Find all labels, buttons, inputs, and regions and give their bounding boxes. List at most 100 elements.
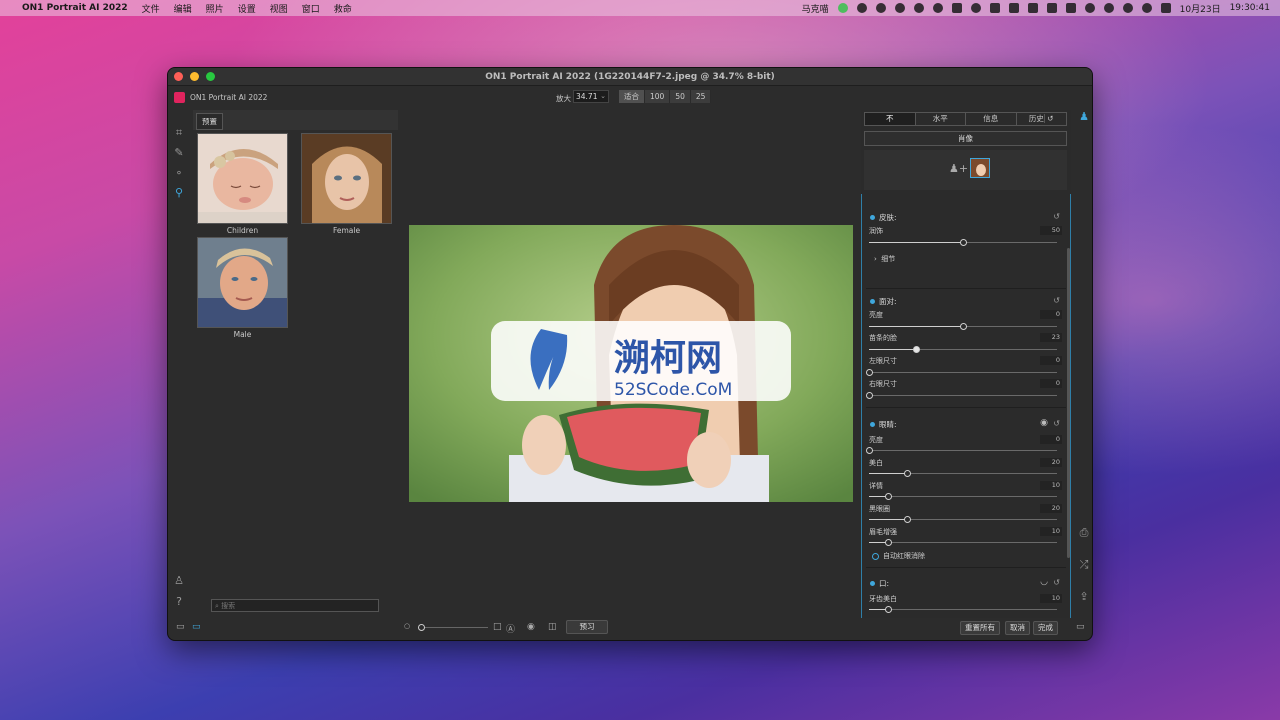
share-icon[interactable]: ⤮ <box>1078 558 1090 572</box>
tab-none[interactable]: 不 <box>865 113 916 125</box>
auto-redeye-checkbox[interactable] <box>872 552 879 560</box>
control-center-icon[interactable] <box>1160 3 1171 13</box>
skin-enabled-dot[interactable] <box>870 215 875 220</box>
dark-circles-value[interactable]: 20 <box>1040 504 1062 513</box>
bluetooth-icon[interactable] <box>970 3 981 13</box>
face-header[interactable]: 面对: <box>870 296 897 307</box>
eye-icon[interactable]: ◉ <box>1040 418 1048 428</box>
wifi-icon[interactable] <box>1103 3 1114 13</box>
eyes-brightness-slider[interactable] <box>866 447 1057 454</box>
preset-search-input[interactable]: ⌕ 搜索 <box>211 599 379 612</box>
export-icon[interactable]: ⇪ <box>1078 590 1090 603</box>
done-button[interactable]: 完成 <box>1033 621 1058 635</box>
panel-scrollbar[interactable] <box>1067 248 1070 558</box>
auto-redeye-toggle[interactable]: 自动红眼消除 <box>872 551 925 561</box>
single-view-icon[interactable]: ▭ <box>192 622 201 632</box>
lips-icon[interactable]: ◡ <box>1040 577 1048 587</box>
right-eye-size-value[interactable]: 0 <box>1040 379 1062 388</box>
auto-icon[interactable]: Ⓐ <box>506 622 515 635</box>
skin-reset-icon[interactable]: ↺ <box>1053 212 1060 221</box>
zoom-50-button[interactable]: 50 <box>670 90 691 103</box>
cancel-button[interactable]: 取消 <box>1005 621 1030 635</box>
sync-icon[interactable] <box>894 3 905 13</box>
zoom-field[interactable]: 34.71 ⌄ <box>573 90 609 103</box>
text-input-icon[interactable] <box>951 3 962 13</box>
face-brightness-value[interactable]: 0 <box>1040 310 1062 319</box>
skin-retouch-slider[interactable] <box>869 239 1057 246</box>
skin-header[interactable]: 皮肤: <box>870 212 897 223</box>
close-window-button[interactable] <box>174 72 183 81</box>
eyes-whiten-slider[interactable] <box>869 470 1057 477</box>
preset-thumb-male[interactable] <box>197 237 288 328</box>
media-next-icon[interactable] <box>1046 3 1057 13</box>
search-icon[interactable] <box>1141 3 1152 13</box>
eyes-brightness-value[interactable]: 0 <box>1040 435 1062 444</box>
brush-tool-icon[interactable]: ✎ <box>173 147 185 159</box>
dark-circles-slider[interactable] <box>869 516 1057 523</box>
compare-icon[interactable]: ◫ <box>548 622 557 632</box>
reset-all-button[interactable]: 重置所有 <box>960 621 1000 635</box>
preview-button[interactable]: 预习 <box>566 620 608 634</box>
skin-retouch-value[interactable]: 50 <box>1040 226 1062 235</box>
add-face-icon[interactable]: ♟+ <box>949 162 968 175</box>
brow-enhance-slider[interactable] <box>869 539 1057 546</box>
status-app-icon[interactable] <box>837 3 848 13</box>
toggle-left-panel-icon[interactable]: ▭ <box>176 622 185 632</box>
person-tool-icon[interactable]: ♙ <box>173 575 185 587</box>
image-canvas[interactable]: 溯柯网 52SCode.CoM <box>409 225 853 502</box>
eyes-enabled-dot[interactable] <box>870 422 875 427</box>
menubar-date[interactable]: 10月23日 <box>1180 2 1221 15</box>
mask-square-icon[interactable]: □ <box>493 622 502 632</box>
face-slim-value[interactable]: 23 <box>1040 333 1062 342</box>
face-tool-icon[interactable]: ⚲ <box>173 187 185 199</box>
left-eye-size-slider[interactable] <box>866 369 1057 376</box>
eyes-detail-value[interactable]: 10 <box>1040 481 1062 490</box>
menu-photo[interactable]: 照片 <box>206 2 224 15</box>
app-menu[interactable]: ON1 Portrait AI 2022 <box>22 3 128 13</box>
menu-settings[interactable]: 设置 <box>238 2 256 15</box>
brow-enhance-value[interactable]: 10 <box>1040 527 1062 536</box>
toggle-right-panel-icon[interactable]: ▭ <box>1076 622 1085 632</box>
right-eye-size-slider[interactable] <box>866 392 1057 399</box>
menubar-time[interactable]: 19:30:41 <box>1230 3 1270 13</box>
zoom-25-button[interactable]: 25 <box>690 90 712 103</box>
record-icon[interactable]: ◉ <box>527 622 535 632</box>
face-reset-icon[interactable]: ↺ <box>1053 296 1060 305</box>
mouth-header[interactable]: 口: <box>870 578 889 589</box>
eyes-reset-icon[interactable]: ↺ <box>1053 419 1060 428</box>
face-slim-slider[interactable] <box>869 346 1057 353</box>
screen-record-icon[interactable] <box>1122 3 1133 13</box>
face-enabled-dot[interactable] <box>870 299 875 304</box>
tab-history[interactable]: 历史 ↺ <box>1017 113 1067 125</box>
retouch-tool-icon[interactable]: ∘ <box>173 167 185 179</box>
preset-thumb-female[interactable] <box>301 133 392 224</box>
left-eye-size-value[interactable]: 0 <box>1040 356 1062 365</box>
tab-level[interactable]: 水平 <box>916 113 966 125</box>
zoom-fit-button[interactable]: 适合 <box>619 90 645 103</box>
maximize-window-button[interactable] <box>206 72 215 81</box>
help-icon[interactable]: ? <box>173 596 185 608</box>
media-play-icon[interactable] <box>1027 3 1038 13</box>
cloud-icon[interactable] <box>875 3 886 13</box>
zoom-100-button[interactable]: 100 <box>645 90 671 103</box>
brush-size-slider[interactable] <box>418 624 488 631</box>
media-prev-icon[interactable] <box>1008 3 1019 13</box>
menu-edit[interactable]: 编辑 <box>174 2 192 15</box>
print-icon[interactable]: ⎙ <box>1078 526 1090 540</box>
qq-icon[interactable] <box>913 3 924 13</box>
eyes-detail-slider[interactable] <box>869 493 1057 500</box>
menu-view[interactable]: 视图 <box>270 2 288 15</box>
face-brightness-slider[interactable] <box>869 323 1057 330</box>
mouth-enabled-dot[interactable] <box>870 581 875 586</box>
volume-icon[interactable] <box>856 3 867 13</box>
keyboard-icon[interactable] <box>1065 3 1076 13</box>
menu-window[interactable]: 窗口 <box>302 2 320 15</box>
battery-icon[interactable] <box>989 3 1000 13</box>
teeth-whiten-value[interactable]: 10 <box>1040 594 1062 603</box>
menu-file[interactable]: 文件 <box>142 2 160 15</box>
chevron-down-icon[interactable]: ⌄ <box>600 92 606 100</box>
menu-help[interactable]: 救命 <box>334 2 352 15</box>
menubar-user-name[interactable]: 马克喵 <box>802 2 829 15</box>
tab-info[interactable]: 信息 <box>966 113 1017 125</box>
adjustments-scroll[interactable]: 皮肤: ↺ 润饰 50 › 细节 面对: ↺ 亮度 0 苗条的脸 23 左眼尺寸… <box>861 194 1071 618</box>
